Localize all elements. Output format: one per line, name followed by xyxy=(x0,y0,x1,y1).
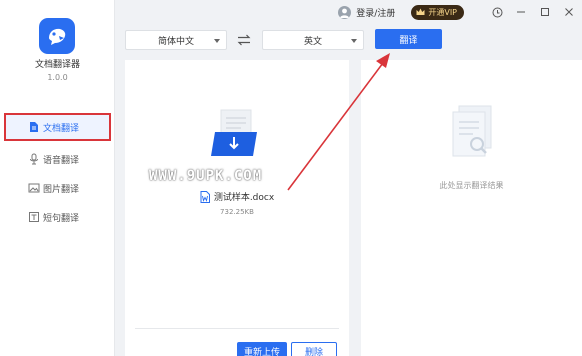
result-placeholder: 此处显示翻译结果 xyxy=(439,181,504,190)
sidebar: 文档翻译器 1.0.0 文档翻译 语音翻译 图片翻译 短句翻译 xyxy=(0,0,115,356)
delete-button[interactable]: 删除 xyxy=(291,342,337,356)
sidebar-item-label: 语音翻译 xyxy=(43,155,80,166)
sidebar-item-label: 文档翻译 xyxy=(43,123,80,134)
login-label: 登录/注册 xyxy=(356,8,396,19)
translation-result-panel: 此处显示翻译结果 xyxy=(361,60,582,356)
settings-icon[interactable] xyxy=(490,5,504,19)
app-version: 1.0.0 xyxy=(47,73,68,82)
image-icon xyxy=(28,183,40,193)
login-register-link[interactable]: 登录/注册 xyxy=(338,5,396,19)
microphone-icon xyxy=(30,153,38,165)
text-icon xyxy=(29,212,39,222)
chevron-down-icon xyxy=(214,39,220,43)
sidebar-item-label: 图片翻译 xyxy=(43,184,80,195)
file-size: 732.25KB xyxy=(220,208,254,216)
divider xyxy=(135,328,339,329)
source-document-panel: 测试样本.docx 732.25KB 重新上传 删除 xyxy=(125,60,349,356)
chevron-down-icon xyxy=(351,39,357,43)
app-name: 文档翻译器 xyxy=(34,60,80,70)
document-icon xyxy=(30,122,38,132)
avatar-icon xyxy=(338,5,352,19)
swap-languages-icon[interactable] xyxy=(237,34,251,46)
target-language-value: 英文 xyxy=(303,36,322,47)
sidebar-item-document-translate[interactable]: 文档翻译 xyxy=(4,113,111,141)
app-logo xyxy=(39,18,75,54)
translate-button[interactable]: 翻译 xyxy=(375,29,442,49)
word-file-icon xyxy=(200,190,210,203)
titlebar-controls: 登录/注册 开通VIP xyxy=(338,3,576,21)
sidebar-item-image-translate[interactable]: 图片翻译 xyxy=(4,174,111,202)
target-language-select[interactable]: 英文 xyxy=(262,30,364,50)
file-name-row: 测试样本.docx xyxy=(125,190,349,203)
crown-icon xyxy=(416,8,425,15)
watermark-text: WWW.9UPK.COM xyxy=(149,168,263,184)
minimize-icon[interactable] xyxy=(514,5,528,19)
maximize-icon[interactable] xyxy=(538,5,552,19)
sidebar-item-voice-translate[interactable]: 语音翻译 xyxy=(4,145,111,173)
vip-button[interactable]: 开通VIP xyxy=(411,4,464,20)
empty-result-document-icon xyxy=(452,105,492,157)
sidebar-item-label: 短句翻译 xyxy=(43,213,80,224)
reupload-button[interactable]: 重新上传 xyxy=(237,342,287,356)
source-language-select[interactable]: 简体中文 xyxy=(125,30,227,50)
close-icon[interactable] xyxy=(562,5,576,19)
vip-label: 开通VIP xyxy=(428,7,457,17)
uploaded-file-icon xyxy=(211,109,257,156)
sidebar-item-sentence-translate[interactable]: 短句翻译 xyxy=(4,203,111,231)
file-name: 测试样本.docx xyxy=(213,193,275,203)
source-language-value: 简体中文 xyxy=(157,36,194,47)
bird-logo-icon xyxy=(49,28,66,45)
